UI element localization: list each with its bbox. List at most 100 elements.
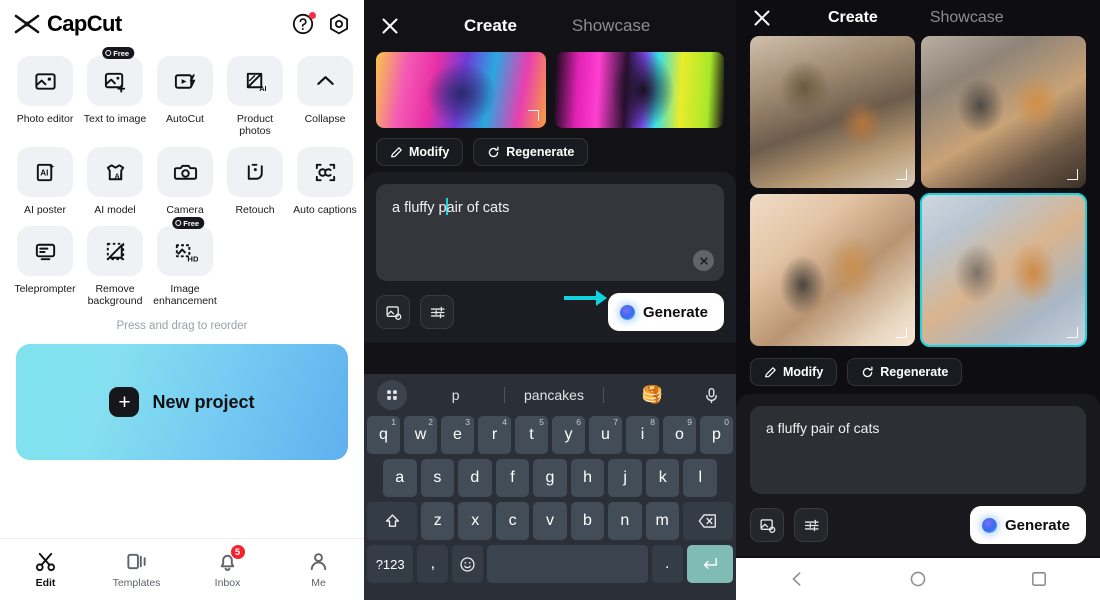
person-icon bbox=[310, 553, 327, 571]
expand-icon bbox=[1067, 327, 1078, 338]
result-image-3[interactable] bbox=[750, 194, 915, 346]
shift-key[interactable] bbox=[366, 502, 418, 540]
nav-item-edit[interactable]: Edit bbox=[0, 550, 91, 589]
key-z[interactable]: z bbox=[421, 502, 455, 540]
keyboard-bottom-pad bbox=[367, 588, 733, 596]
image-enhancement-icon: HD bbox=[175, 243, 198, 263]
prompt-input[interactable]: a fluffy pair of cats bbox=[750, 406, 1086, 494]
tool-ai-model[interactable]: AI AI model bbox=[82, 139, 148, 216]
key-p[interactable]: 0p bbox=[700, 416, 733, 454]
key-l[interactable]: l bbox=[683, 459, 718, 497]
enter-key[interactable] bbox=[686, 545, 733, 583]
generated-thumb-2[interactable] bbox=[554, 52, 724, 128]
keyboard-apps-icon[interactable] bbox=[377, 380, 407, 410]
key-w[interactable]: 2w bbox=[404, 416, 437, 454]
settings-icon[interactable] bbox=[328, 13, 350, 35]
generated-thumb-1[interactable] bbox=[376, 52, 546, 128]
generate-button[interactable]: Generate bbox=[969, 506, 1086, 544]
key-t[interactable]: 5t bbox=[515, 416, 548, 454]
results-action-row: Modify Regenerate bbox=[736, 346, 1100, 386]
key-m[interactable]: m bbox=[645, 502, 679, 540]
create-panel: Create Showcase Modify Regenerate a fluf… bbox=[364, 0, 736, 600]
suggestion-emoji[interactable]: 🥞 bbox=[604, 385, 701, 405]
generate-button[interactable]: Generate bbox=[607, 293, 724, 331]
key-c[interactable]: c bbox=[495, 502, 530, 540]
space-key[interactable] bbox=[487, 545, 648, 583]
key-g[interactable]: g bbox=[533, 459, 567, 497]
key-v[interactable]: v bbox=[533, 502, 567, 540]
regenerate-button[interactable]: Regenerate bbox=[847, 358, 963, 386]
key-u[interactable]: 7u bbox=[589, 416, 622, 454]
tool-text-to-image[interactable]: Free Text to image bbox=[82, 47, 148, 137]
period-key[interactable]: . bbox=[651, 545, 683, 583]
key-f[interactable]: f bbox=[495, 459, 530, 497]
key-b[interactable]: b bbox=[570, 502, 605, 540]
modify-button[interactable]: Modify bbox=[750, 358, 838, 386]
help-icon[interactable] bbox=[292, 12, 316, 35]
tool-auto-captions[interactable]: Auto captions bbox=[292, 139, 358, 216]
key-d[interactable]: d bbox=[458, 459, 492, 497]
comma-key[interactable]: , bbox=[417, 545, 449, 583]
tab-create[interactable]: Create bbox=[464, 16, 517, 36]
key-n[interactable]: n bbox=[608, 502, 642, 540]
key-q[interactable]: 1q bbox=[367, 416, 400, 454]
reference-image-button[interactable] bbox=[376, 295, 410, 329]
back-icon[interactable] bbox=[784, 566, 810, 592]
tool-autocut[interactable]: AutoCut bbox=[152, 48, 218, 137]
suggestion-1[interactable]: p bbox=[407, 387, 504, 403]
key-h[interactable]: h bbox=[570, 459, 605, 497]
clear-prompt-button[interactable] bbox=[693, 250, 714, 271]
settings-sliders-button[interactable] bbox=[420, 295, 454, 329]
backspace-key[interactable] bbox=[682, 502, 734, 540]
tool-collapse[interactable]: Collapse bbox=[292, 48, 358, 137]
key-s[interactable]: s bbox=[420, 459, 455, 497]
free-badge: Free bbox=[172, 217, 205, 230]
regenerate-button[interactable]: Regenerate bbox=[473, 138, 589, 166]
emoji-key[interactable] bbox=[452, 545, 484, 583]
tool-ai-poster[interactable]: AI AI poster bbox=[12, 139, 78, 216]
tool-teleprompter[interactable]: Teleprompter bbox=[12, 218, 78, 307]
key-x[interactable]: x bbox=[458, 502, 492, 540]
key-a[interactable]: a bbox=[382, 459, 417, 497]
svg-text:AI: AI bbox=[259, 84, 266, 93]
tool-image-enhancement[interactable]: Free HD Image enhancement bbox=[152, 217, 218, 307]
new-project-button[interactable]: + New project bbox=[16, 344, 348, 461]
recents-icon[interactable] bbox=[1026, 566, 1052, 592]
tool-camera[interactable]: Camera bbox=[152, 139, 218, 216]
tool-remove-background[interactable]: Remove background bbox=[82, 218, 148, 307]
svg-text:AI: AI bbox=[114, 171, 121, 180]
microphone-icon[interactable] bbox=[701, 387, 723, 404]
key-i[interactable]: 8i bbox=[626, 416, 659, 454]
modify-button[interactable]: Modify bbox=[376, 138, 464, 166]
home-icon[interactable] bbox=[905, 566, 931, 592]
close-icon[interactable] bbox=[380, 16, 400, 36]
result-image-1[interactable] bbox=[750, 36, 915, 188]
nav-label: Inbox bbox=[214, 577, 241, 589]
reference-image-button[interactable] bbox=[750, 508, 784, 542]
key-o[interactable]: 9o bbox=[663, 416, 696, 454]
prompt-input[interactable]: a fluffy pair of cats bbox=[376, 184, 724, 281]
key-y[interactable]: 6y bbox=[552, 416, 585, 454]
tool-retouch[interactable]: Retouch bbox=[222, 139, 288, 216]
tab-showcase[interactable]: Showcase bbox=[930, 9, 1004, 27]
result-image-2[interactable] bbox=[921, 36, 1086, 188]
tab-create[interactable]: Create bbox=[828, 9, 878, 27]
tool-tile bbox=[17, 226, 73, 277]
tool-product-photos[interactable]: AI Product photos bbox=[222, 48, 288, 137]
key-j[interactable]: j bbox=[608, 459, 642, 497]
key-number-hint: 2 bbox=[428, 417, 433, 427]
key-r[interactable]: 4r bbox=[478, 416, 511, 454]
expand-icon bbox=[896, 327, 907, 338]
nav-item-templates[interactable]: Templates bbox=[91, 550, 182, 589]
result-image-4[interactable] bbox=[920, 193, 1087, 347]
tool-photo-editor[interactable]: Photo editor bbox=[12, 48, 78, 137]
nav-item-me[interactable]: Me bbox=[273, 550, 364, 589]
settings-sliders-button[interactable] bbox=[794, 508, 828, 542]
numeric-key[interactable]: ?123 bbox=[367, 545, 414, 583]
key-k[interactable]: k bbox=[645, 459, 680, 497]
nav-item-inbox[interactable]: 5 Inbox bbox=[182, 544, 273, 589]
close-icon[interactable] bbox=[752, 8, 772, 28]
tab-showcase[interactable]: Showcase bbox=[572, 16, 650, 36]
key-e[interactable]: 3e bbox=[441, 416, 474, 454]
suggestion-2[interactable]: pancakes bbox=[505, 387, 602, 403]
